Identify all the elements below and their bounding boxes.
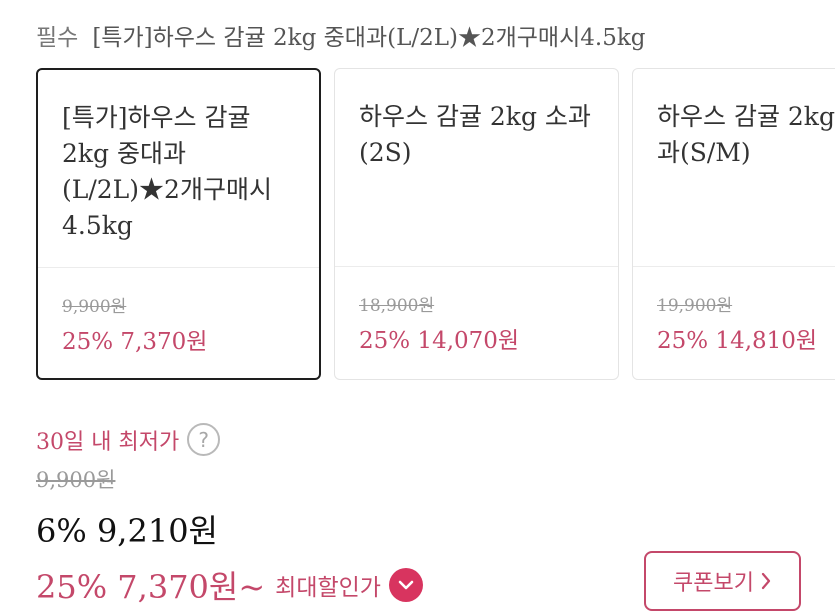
option-original-price: 19,900원 [657,296,733,316]
option-list: [특가]하우스 감귤 2kg 중대과(L/2L)★2개구매시4.5kg 9,90… [36,68,835,380]
required-label: 필수 [36,25,79,51]
chevron-right-icon [761,572,771,590]
option-divider [335,266,618,267]
chevron-down-icon[interactable] [388,568,423,602]
option-card-1[interactable]: [특가]하우스 감귤 2kg 중대과(L/2L)★2개구매시4.5kg 9,90… [36,68,321,380]
lowest-price-label: 30일 내 최저가 [36,429,180,455]
option-name: 하우스 감귤 2kg 소과(2S) [359,102,591,167]
max-discount-label: 최대할인가 [275,575,381,601]
option-name: 하우스 감귤 2kg 로얄과(S/M) [657,102,835,167]
discount-price: 6% 9,210원 [36,512,218,550]
option-card-2[interactable]: 하우스 감귤 2kg 소과(2S) 18,900원 25% 14,070원 [334,68,619,380]
coupon-view-button[interactable]: 쿠폰보기 [644,551,801,611]
option-sale-price: 25% 7,370원 [62,329,208,355]
coupon-view-label: 쿠폰보기 [673,571,754,596]
option-divider [38,267,319,268]
option-card-3[interactable]: 하우스 감귤 2kg 로얄과(S/M) 19,900원 25% 14,810원 [632,68,835,380]
chevron-down-icon-glyph [398,580,414,590]
option-original-price: 18,900원 [359,296,435,316]
max-discount-price: 25% 7,370원~ [36,568,266,606]
option-sale-price: 25% 14,070원 [359,328,520,354]
option-sale-price: 25% 14,810원 [657,328,818,354]
question-circle-icon[interactable]: ? [187,423,221,456]
option-original-price: 9,900원 [62,297,127,317]
option-divider [633,266,835,267]
original-price: 9,900원 [36,468,116,492]
product-option-page: 필수 [특가]하우스 감귤 2kg 중대과(L/2L)★2개구매시4.5kg [특… [0,0,835,614]
selected-option-header: 필수 [특가]하우스 감귤 2kg 중대과(L/2L)★2개구매시4.5kg [36,18,646,52]
selected-option-text: [특가]하우스 감귤 2kg 중대과(L/2L)★2개구매시4.5kg [92,25,646,51]
option-name: [특가]하우스 감귤 2kg 중대과(L/2L)★2개구매시4.5kg [62,103,272,240]
max-discount-price-row: 25% 7,370원~ 최대할인가 [36,562,423,608]
lowest-price-30days: 30일 내 최저가 ? [36,423,221,456]
